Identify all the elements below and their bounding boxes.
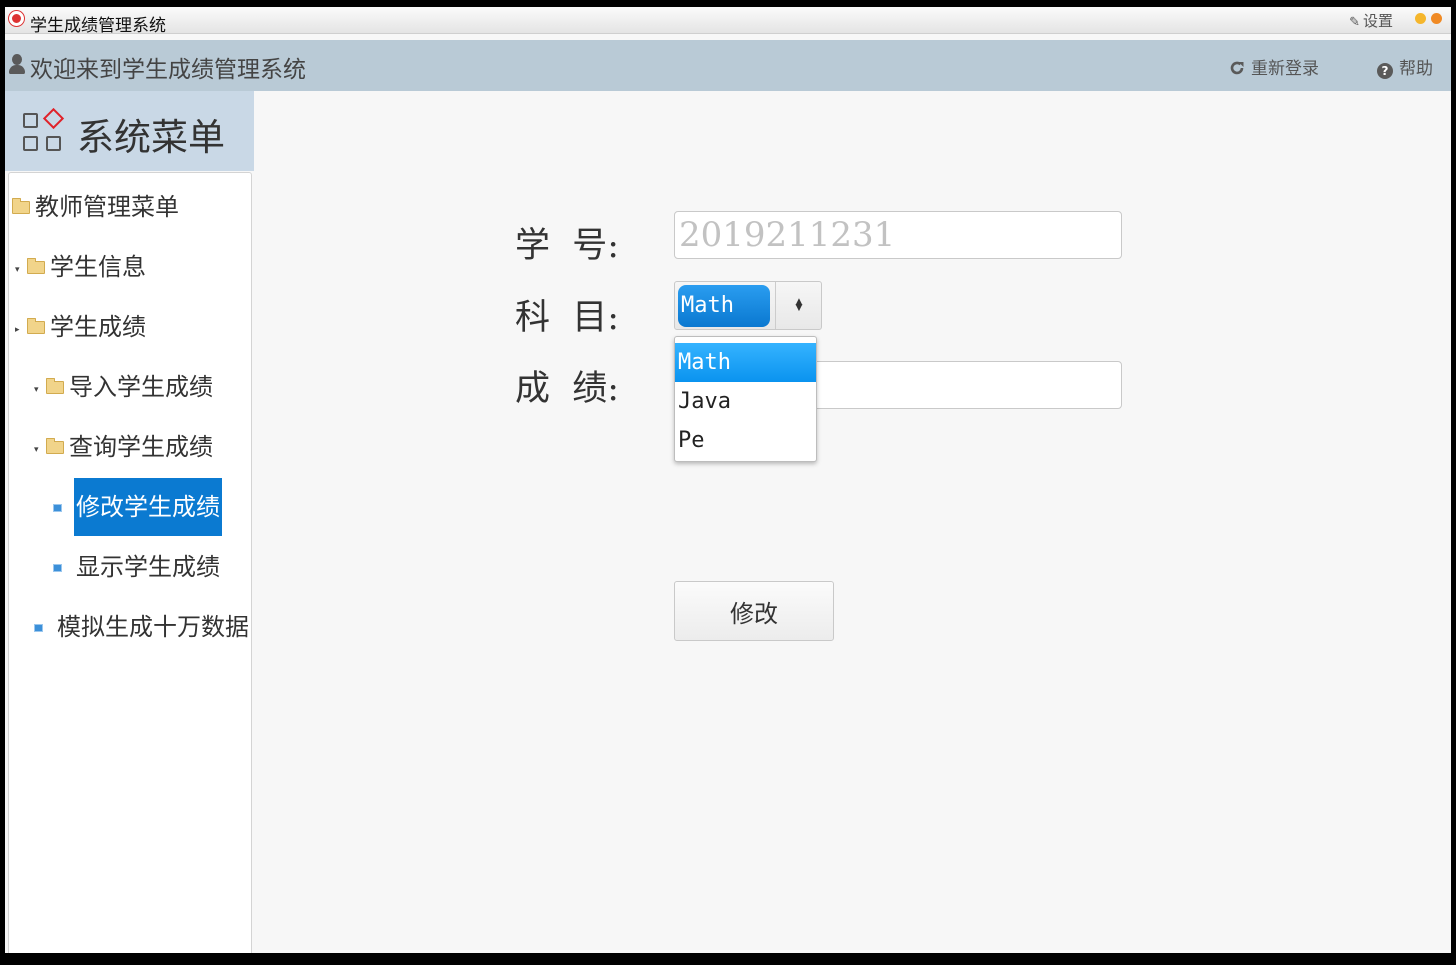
chevron-down-icon[interactable]: ▾ <box>34 422 46 478</box>
chevron-down-icon[interactable]: ▾ <box>34 362 46 418</box>
modify-button[interactable]: 修改 <box>674 581 834 641</box>
settings-button[interactable]: ✎ 设置 <box>1349 10 1393 31</box>
minimize-button[interactable] <box>1415 13 1426 24</box>
settings-label: 设置 <box>1362 12 1393 30</box>
apps-grid-icon <box>23 107 65 153</box>
tree-item-label: 显示学生成绩 <box>76 553 220 581</box>
title-bar: 学生成绩管理系统 ✎ 设置 <box>5 7 1451 36</box>
header-bar: 欢迎来到学生成绩管理系统 重新登录 ? 帮助 <box>5 40 1451 91</box>
folder-open-icon <box>12 198 30 214</box>
tree-item-show-scores[interactable]: 显示学生成绩 <box>53 538 222 594</box>
tree-item-label: 教师管理菜单 <box>35 193 179 221</box>
leaf-node-icon <box>34 624 43 632</box>
close-button[interactable] <box>1431 13 1442 24</box>
tree-item-label: 查询学生成绩 <box>69 433 213 461</box>
relogin-label: 重新登录 <box>1251 59 1319 79</box>
chevron-right-icon[interactable]: ▸ <box>15 302 27 358</box>
subject-label: 科 目: <box>515 298 620 338</box>
leaf-node-icon <box>53 504 62 512</box>
score-label: 成 绩: <box>515 369 620 409</box>
wrench-icon: ✎ <box>1349 15 1360 30</box>
select-arrows-icon[interactable]: ▲ ▼ <box>775 282 822 329</box>
folder-icon <box>46 378 64 394</box>
subject-select[interactable]: Math ▲ ▼ <box>674 281 822 330</box>
tree-item-label: 导入学生成绩 <box>69 373 213 401</box>
tree-item-modify-scores[interactable]: 修改学生成绩 <box>53 478 222 536</box>
student-id-label: 学 号: <box>515 226 620 266</box>
tree-item-import-scores[interactable]: ▾ 导入学生成绩 <box>34 358 215 414</box>
subject-option-java[interactable]: Java <box>675 382 816 421</box>
menu-header: 系统菜单 <box>5 91 254 171</box>
menu-tree: 教师管理菜单 ▾ 学生信息 ▸ 学生成绩 ▾ 导入学生成绩 ▾ 查询学生成绩 修改学生成… <box>8 172 252 953</box>
student-id-input[interactable] <box>674 211 1122 259</box>
tree-item-student-info[interactable]: ▾ 学生信息 <box>15 238 148 294</box>
folder-icon <box>27 258 45 274</box>
subject-selected-value: Math <box>678 285 770 327</box>
app-window: 学生成绩管理系统 ✎ 设置 欢迎来到学生成绩管理系统 重新登录 ? 帮助 系统菜单 <box>5 7 1451 953</box>
tree-item-simulate-data[interactable]: 模拟生成十万数据 <box>34 598 251 654</box>
subject-option-math[interactable]: Math <box>675 343 816 382</box>
help-button[interactable]: ? 帮助 <box>1377 54 1433 79</box>
tree-item-teacher-menu[interactable]: 教师管理菜单 <box>12 178 181 234</box>
menu-title: 系统菜单 <box>77 116 225 159</box>
app-logo-icon <box>9 11 24 26</box>
welcome-text: 欢迎来到学生成绩管理系统 <box>30 57 306 83</box>
tree-item-label: 学生成绩 <box>50 313 146 341</box>
tree-item-label: 模拟生成十万数据 <box>57 613 249 641</box>
relogin-button[interactable]: 重新登录 <box>1229 54 1319 79</box>
refresh-icon <box>1230 61 1244 75</box>
folder-icon <box>46 438 64 454</box>
tree-item-label: 修改学生成绩 <box>74 478 222 536</box>
user-icon <box>8 54 26 76</box>
window-title: 学生成绩管理系统 <box>30 16 166 36</box>
leaf-node-icon <box>53 564 62 572</box>
folder-open-icon <box>27 318 45 334</box>
tree-item-student-scores[interactable]: ▸ 学生成绩 <box>15 298 148 354</box>
help-icon: ? <box>1377 63 1393 79</box>
tree-item-query-scores[interactable]: ▾ 查询学生成绩 <box>34 418 215 474</box>
subject-dropdown-list: Math Java Pe <box>674 336 817 462</box>
subject-option-pe[interactable]: Pe <box>675 421 816 460</box>
tree-item-label: 学生信息 <box>50 253 146 281</box>
help-label: 帮助 <box>1399 59 1433 79</box>
chevron-down-icon[interactable]: ▾ <box>15 242 27 298</box>
